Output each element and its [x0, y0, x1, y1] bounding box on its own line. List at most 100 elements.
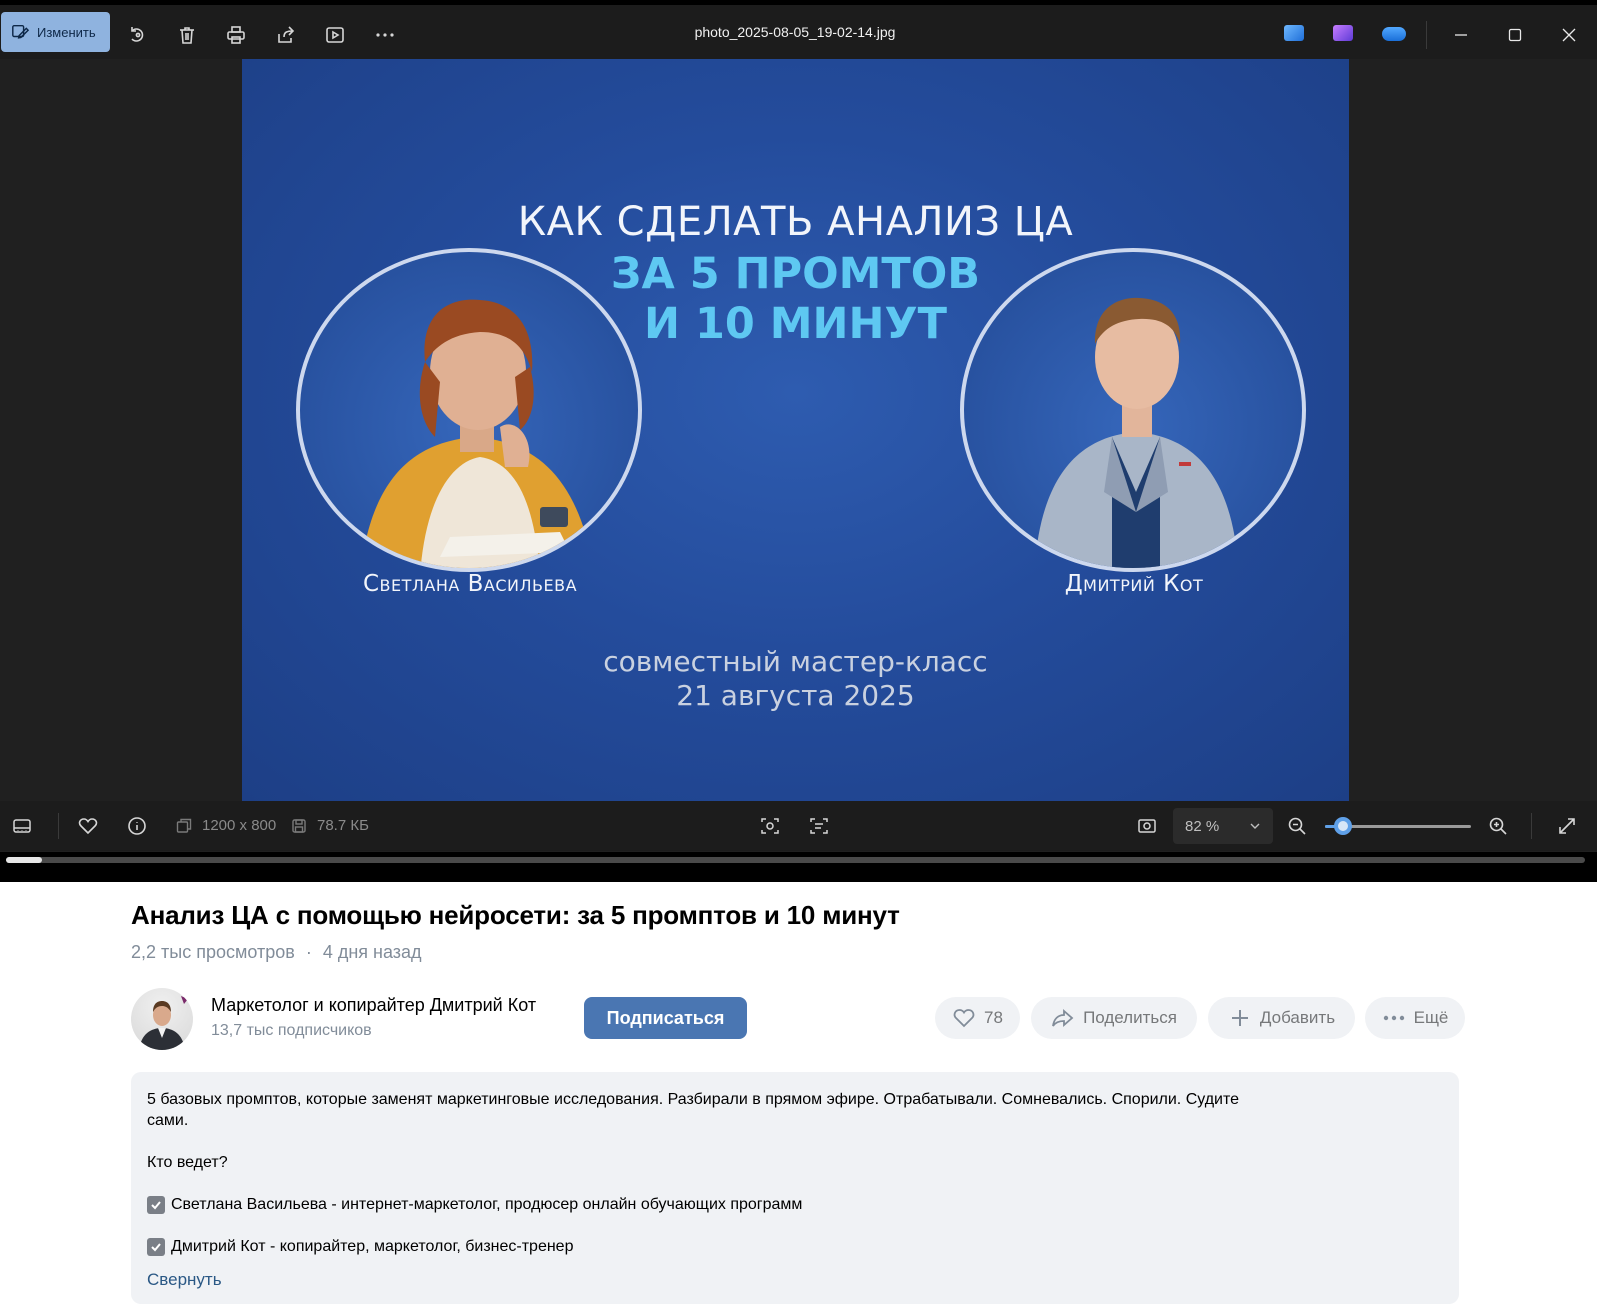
minimize-icon: [1455, 34, 1467, 36]
slide-subtitle-line-2: 21 августа 2025: [676, 679, 915, 712]
heart-icon: [953, 1009, 975, 1028]
more-options-button[interactable]: [367, 17, 403, 53]
collapse-description-link[interactable]: Свернуть: [147, 1270, 222, 1290]
description-text: сами.: [147, 1112, 189, 1129]
video-progress-bar[interactable]: [6, 857, 1585, 863]
description-list-item: Светлана Васильева - интернет-маркетолог…: [147, 1194, 802, 1215]
description-list-text: Светлана Васильева - интернет-маркетолог…: [171, 1196, 803, 1213]
maximize-button[interactable]: [1497, 17, 1533, 53]
minimize-button[interactable]: [1443, 17, 1479, 53]
print-button[interactable]: [218, 17, 254, 53]
file-size-icon: [292, 819, 306, 833]
subscriber-count: 13,7 тыс подписчиков: [211, 1022, 372, 1039]
add-to-button[interactable]: Добавить: [1208, 997, 1355, 1039]
statusbar-divider: [1531, 813, 1532, 839]
fullscreen-button[interactable]: [1550, 809, 1584, 843]
share-label: Поделиться: [1083, 1008, 1177, 1027]
image-dimensions: 1200 x 800: [202, 817, 277, 834]
zoom-level-value: 82 %: [1185, 817, 1220, 835]
speaker-name-right: Дмитрий Кот: [1064, 571, 1204, 597]
like-count: 78: [984, 1008, 1003, 1027]
close-icon: [1562, 28, 1576, 42]
channel-avatar[interactable]: [131, 988, 193, 1050]
rotate-icon: [131, 27, 144, 42]
resolution-icon: [176, 818, 192, 833]
actual-size-icon: [1138, 819, 1156, 833]
visual-search-icon: [761, 818, 779, 834]
filmstrip-icon: [13, 819, 31, 833]
slideshow-button[interactable]: [317, 17, 353, 53]
zoom-in-button[interactable]: [1481, 809, 1515, 843]
view-count: 2,2 тыс просмотров: [131, 942, 295, 962]
printer-icon: [227, 26, 245, 44]
slide-title-line-1: КАК СДЕЛАТЬ АНАЛИЗ ЦА: [517, 199, 1074, 245]
speaker-portrait-left: [296, 248, 642, 572]
filmstrip-button[interactable]: [5, 809, 39, 843]
man-portrait-illustration: [1034, 297, 1239, 568]
statusbar-divider: [58, 813, 59, 839]
avatar-portrait-illustration: [139, 996, 188, 1050]
clipchamp-app-icon[interactable]: [1333, 25, 1353, 41]
woman-portrait-illustration: [350, 299, 594, 568]
toolbar-divider: [1426, 21, 1427, 49]
viewer-statusbar: 1200 x 800 78.7 КБ 82 %: [0, 801, 1597, 851]
more-dots-icon: [376, 33, 394, 37]
channel-name[interactable]: Маркетолог и копирайтер Дмитрий Кот: [211, 995, 536, 1016]
zoom-in-icon: [1489, 817, 1507, 835]
zoom-out-icon: [1288, 817, 1306, 835]
more-label: Ещё: [1413, 1008, 1449, 1027]
expand-icon: [1559, 818, 1575, 834]
onedrive-icon[interactable]: [1382, 27, 1406, 41]
video-title: Анализ ЦА с помощью нейросети: за 5 пром…: [131, 900, 900, 930]
description-list-text: Дмитрий Кот - копирайтер, маркетолог, би…: [171, 1238, 574, 1255]
heart-icon: [78, 818, 98, 835]
video-player[interactable]: Изменить photo_2025-08-05_19-02-14.jpg К…: [0, 0, 1597, 882]
file-size: 78.7 КБ: [317, 817, 369, 834]
description-heading: Кто ведет?: [147, 1154, 228, 1171]
like-button[interactable]: 78: [935, 997, 1020, 1039]
description-text: 5 базовых промптов, которые заменят марк…: [147, 1091, 1240, 1108]
share-button[interactable]: [268, 17, 304, 53]
close-button[interactable]: [1551, 17, 1587, 53]
rotate-button[interactable]: [119, 17, 155, 53]
share-icon: [278, 26, 295, 43]
zoom-slider-thumb[interactable]: [1333, 817, 1352, 835]
add-label: Добавить: [1259, 1008, 1336, 1027]
text-scan-button[interactable]: [802, 809, 836, 843]
description-list-item: Дмитрий Кот - копирайтер, маркетолог, би…: [147, 1236, 573, 1257]
file-info-button[interactable]: [120, 809, 154, 843]
share-arrow-icon: [1052, 1009, 1074, 1027]
edit-image-icon: [12, 24, 29, 39]
edit-button[interactable]: Изменить: [1, 12, 110, 52]
edit-button-label: Изменить: [37, 24, 96, 40]
play-slideshow-icon: [326, 27, 344, 43]
actual-size-button[interactable]: [1130, 809, 1164, 843]
favorite-button[interactable]: [71, 809, 105, 843]
zoom-level-dropdown[interactable]: 82 %: [1173, 808, 1273, 844]
chevron-down-icon: [1250, 823, 1260, 829]
info-icon: [128, 817, 146, 835]
more-actions-button[interactable]: Ещё: [1365, 997, 1465, 1039]
photo-viewer-window: Изменить photo_2025-08-05_19-02-14.jpg К…: [0, 5, 1597, 852]
plus-icon: [1231, 1010, 1248, 1026]
photo-editor-app-icon[interactable]: [1284, 25, 1304, 41]
checkbox-icon: [147, 1196, 165, 1214]
visual-search-button[interactable]: [753, 809, 787, 843]
video-progress-fill: [6, 857, 43, 863]
zoom-out-button[interactable]: [1280, 809, 1314, 843]
video-meta: 2,2 тыс просмотров · 4 дня назад: [131, 942, 422, 963]
viewer-toolbar: Изменить photo_2025-08-05_19-02-14.jpg: [0, 5, 1597, 59]
share-video-button[interactable]: Поделиться: [1031, 997, 1197, 1039]
subscribe-button[interactable]: Подписаться: [584, 997, 747, 1039]
trash-icon: [180, 27, 194, 44]
speaker-portrait-right: [960, 248, 1306, 572]
file-name: photo_2025-08-05_19-02-14.jpg: [694, 24, 896, 40]
slide-subtitle-line-1: совместный мастер-класс: [603, 645, 988, 678]
photo-image: КАК СДЕЛАТЬ АНАЛИЗ ЦА ЗА 5 ПРОМТОВ И 10 …: [242, 59, 1349, 801]
more-dots-icon: [1383, 1015, 1404, 1021]
posted-time: 4 дня назад: [322, 942, 422, 962]
speaker-name-left: Светлана Васильева: [362, 571, 578, 597]
checkbox-icon: [147, 1238, 165, 1256]
delete-button[interactable]: [169, 17, 205, 53]
text-scan-icon: [810, 818, 828, 834]
